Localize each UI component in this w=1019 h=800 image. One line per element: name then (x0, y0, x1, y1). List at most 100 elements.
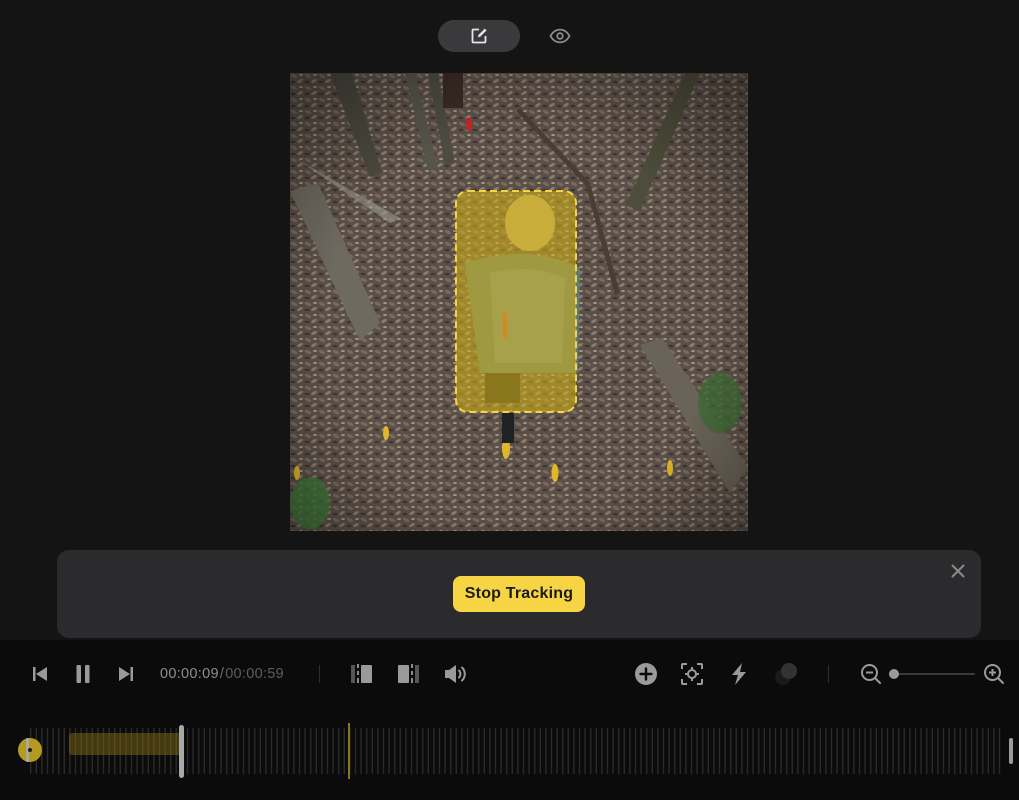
timeline-tick (304, 728, 306, 774)
zoom-out-button[interactable] (859, 661, 883, 687)
timeline-tick (427, 728, 429, 774)
keyframe-marker[interactable] (348, 723, 350, 779)
trim-start-button[interactable] (349, 662, 375, 686)
stop-tracking-button[interactable]: Stop Tracking (453, 576, 585, 612)
current-time: 00:00:09 (160, 666, 219, 682)
timeline-tick (707, 728, 709, 774)
timeline-tick (713, 728, 715, 774)
timeline-tick (489, 728, 491, 774)
timeline-tick (662, 728, 665, 774)
time-separator: / (219, 666, 225, 682)
timeline-tick (220, 728, 222, 774)
timeline-tick (657, 728, 659, 774)
timeline-tick (58, 728, 60, 774)
timeline-tick (52, 728, 54, 774)
trim-end-icon (398, 664, 419, 683)
total-time: 00:00:59 (225, 666, 285, 682)
pause-button[interactable] (71, 662, 95, 686)
add-button[interactable] (633, 661, 659, 687)
timeline-tick (259, 728, 261, 774)
divider (828, 665, 829, 683)
track-object-button[interactable] (679, 661, 705, 687)
effects-button[interactable] (727, 661, 751, 687)
zoom-in-button[interactable] (982, 661, 1006, 687)
timeline-tick (382, 728, 385, 774)
timeline-tick (237, 728, 239, 774)
timeline-tick (466, 728, 469, 774)
timeline-tick (786, 728, 788, 774)
timeline-tick (377, 728, 379, 774)
timeline-tick (550, 728, 553, 774)
focus-track-icon (681, 663, 703, 685)
edit-mode-button[interactable] (438, 20, 520, 52)
timeline-tick (366, 728, 368, 774)
preview-mode-button[interactable] (545, 22, 575, 50)
timeline-tick (870, 728, 872, 774)
timeline-tick (892, 728, 894, 774)
timeline-tick (562, 728, 564, 774)
timeline-tick (606, 728, 609, 774)
timeline-tick (265, 728, 267, 774)
timeline-tick (46, 728, 49, 774)
timeline-tick (534, 728, 536, 774)
timeline-tick (954, 728, 956, 774)
timeline-tick (394, 728, 396, 774)
timeline-tick (814, 728, 816, 774)
timeline-tick (774, 728, 777, 774)
timeline-tick (511, 728, 513, 774)
eye-icon (549, 28, 571, 44)
forest-scene-image (290, 73, 748, 531)
timeline-tick (679, 728, 681, 774)
close-panel-button[interactable] (947, 560, 969, 582)
timeline-end-handle[interactable] (1009, 738, 1013, 764)
timeline-tick (186, 728, 189, 774)
timeline-tick (668, 728, 670, 774)
zoom-slider-knob[interactable] (889, 669, 899, 679)
timeline-tick (998, 728, 1001, 774)
timeline-tick (545, 728, 547, 774)
timeline-tick (853, 728, 855, 774)
timeline[interactable] (18, 723, 1013, 779)
timeline-tick (864, 728, 866, 774)
timeline-tick (769, 728, 771, 774)
timeline-tick (808, 728, 810, 774)
timeline-tick (763, 728, 765, 774)
timeline-tick (735, 728, 737, 774)
timeline-tick (629, 728, 631, 774)
timeline-tick (948, 728, 950, 774)
timeline-tick (478, 728, 480, 774)
timeline-tick (214, 728, 217, 774)
trim-end-button[interactable] (395, 662, 421, 686)
timeline-start-marker[interactable] (18, 738, 42, 762)
timeline-tick (746, 728, 749, 774)
video-preview[interactable] (290, 73, 748, 531)
tracked-segment[interactable] (69, 733, 181, 755)
timeline-tick (500, 728, 502, 774)
skip-forward-button[interactable] (114, 662, 138, 686)
timeline-tick (741, 728, 743, 774)
timeline-tick (450, 728, 452, 774)
color-button[interactable] (773, 661, 799, 687)
playhead[interactable] (179, 725, 184, 778)
start-marker-dot (28, 748, 32, 752)
timeline-tick (982, 728, 984, 774)
timeline-tick (651, 728, 653, 774)
timeline-tick (528, 728, 530, 774)
timeline-tick (494, 728, 497, 774)
timeline-tick (780, 728, 782, 774)
skip-back-button[interactable] (28, 662, 52, 686)
timeline-tick (976, 728, 978, 774)
timeline-tick (931, 728, 933, 774)
timeline-tick (858, 728, 861, 774)
lightning-icon (732, 663, 746, 685)
timeline-tick (371, 728, 373, 774)
timeline-tick (282, 728, 284, 774)
volume-button[interactable] (442, 662, 470, 686)
bottom-toolbar: 00:00:09 / 00:00:59 (0, 640, 1019, 800)
timeline-tick (231, 728, 233, 774)
timeline-tick (836, 728, 838, 774)
timeline-tick (758, 728, 760, 774)
timeline-tick (287, 728, 289, 774)
timeline-tick (842, 728, 844, 774)
zoom-slider-track[interactable] (893, 673, 975, 675)
